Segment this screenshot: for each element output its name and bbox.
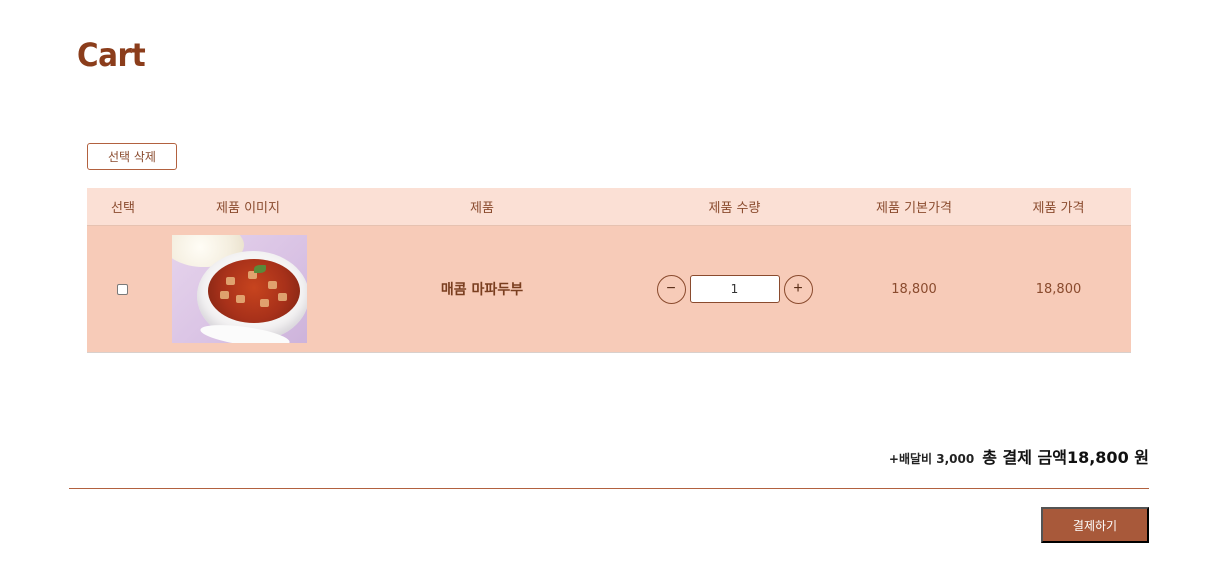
herb-garnish xyxy=(254,265,266,273)
row-select-checkbox[interactable] xyxy=(117,283,128,295)
header-quantity: 제품 수량 xyxy=(708,201,761,216)
decrease-quantity-button[interactable]: − xyxy=(656,274,686,304)
price: 18,800 xyxy=(1035,281,1082,297)
base-price: 18,800 xyxy=(891,281,937,297)
header-product: 제품 xyxy=(470,201,494,216)
delivery-fee: +배달비 3,000 xyxy=(888,452,975,466)
checkout-button[interactable]: 결제하기 xyxy=(1041,507,1149,543)
cart-page: Cart 선택 삭제 선택 제품 이미지 제품 제품 수량 제품 기본가격 제품… xyxy=(0,0,1207,582)
increase-quantity-button[interactable]: + xyxy=(783,274,813,304)
quantity-stepper: − + xyxy=(656,274,813,304)
product-name: 매콤 마파두부 xyxy=(440,282,524,298)
header-price: 제품 가격 xyxy=(1032,201,1085,216)
total-label: 총 결제 금액 xyxy=(982,448,1067,467)
cart-table: 선택 제품 이미지 제품 제품 수량 제품 기본가격 제품 가격 매콤 마파두부… xyxy=(87,188,1131,353)
header-image: 제품 이미지 xyxy=(216,201,280,216)
header-base-price: 제품 기본가격 xyxy=(876,201,952,216)
product-image[interactable] xyxy=(172,235,307,343)
quantity-input[interactable] xyxy=(689,275,780,303)
summary-divider xyxy=(69,488,1149,489)
order-summary: +배달비 3,000 총 결제 금액 18,800 원 xyxy=(889,444,1149,468)
table-row: 매콤 마파두부 − + 18,800 18,800 xyxy=(87,226,1131,353)
table-header: 선택 제품 이미지 제품 제품 수량 제품 기본가격 제품 가격 xyxy=(87,188,1131,226)
total-amount: 18,800 원 xyxy=(1066,448,1149,467)
header-select: 선택 xyxy=(111,201,135,216)
page-title: Cart xyxy=(77,36,146,74)
delete-selected-button[interactable]: 선택 삭제 xyxy=(87,143,177,170)
